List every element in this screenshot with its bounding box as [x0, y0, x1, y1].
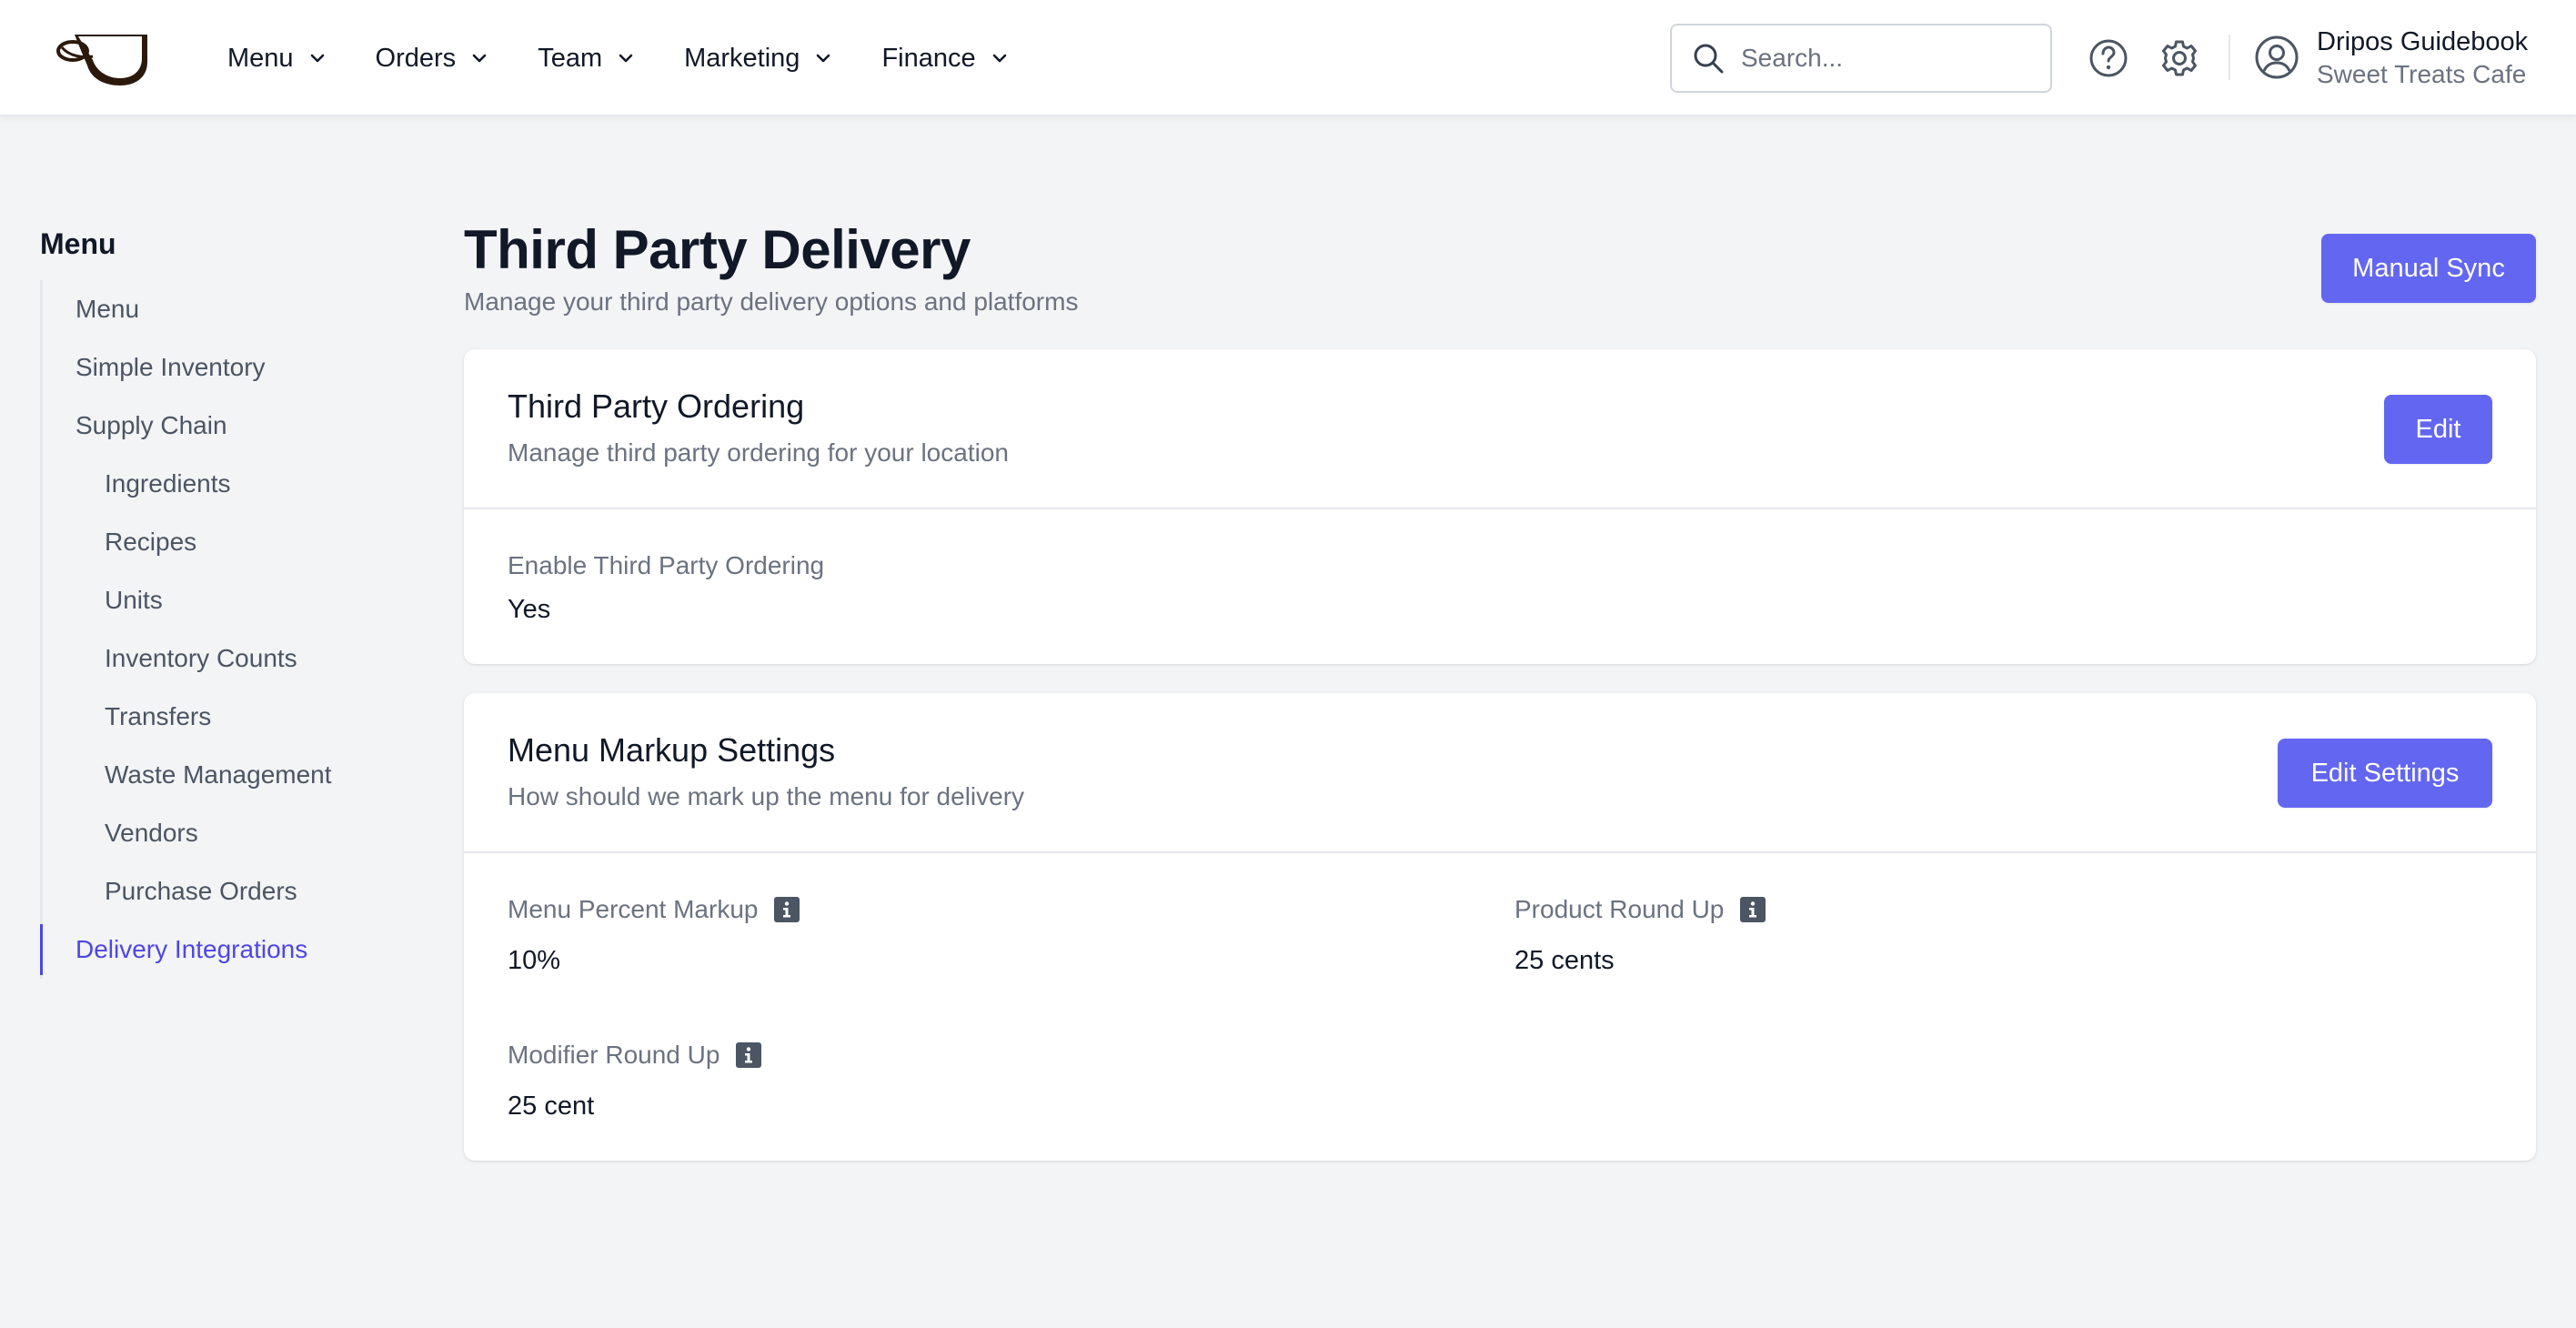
- sidebar-item-menu[interactable]: Menu: [43, 280, 404, 338]
- chevron-down-icon: [817, 54, 830, 63]
- chevron-down-icon: [472, 54, 487, 63]
- menu-markup-settings-card: Menu Markup Settings How should we mark …: [464, 693, 2536, 1161]
- sidebar-item-ingredients[interactable]: Ingredients: [43, 455, 404, 513]
- field-label: Enable Third Party Ordering: [508, 551, 824, 580]
- card-title: Menu Markup Settings: [508, 731, 836, 769]
- product-round-up-label: Product Round Up: [1514, 895, 1725, 923]
- menu-percent-markup-label: Menu Percent Markup: [508, 895, 759, 923]
- sidebar-item-purchase-orders[interactable]: Purchase Orders: [43, 862, 404, 921]
- nav-finance[interactable]: Finance: [881, 44, 1008, 74]
- sidebar-nav: Menu Simple Inventory Supply Chain Ingre…: [40, 280, 404, 979]
- gear-icon[interactable]: [2159, 38, 2199, 78]
- sidebar-item-delivery-integrations[interactable]: Delivery Integrations: [40, 921, 404, 979]
- card-subtitle: Manage third party ordering for your loc…: [508, 438, 1009, 467]
- nav-label: Menu: [227, 43, 294, 73]
- search-input[interactable]: [1741, 44, 2032, 73]
- product-round-up-value: 25 cents: [1514, 946, 1615, 975]
- header-divider: [2229, 35, 2230, 80]
- info-icon[interactable]: [1740, 897, 1766, 922]
- nav-label: Marketing: [684, 43, 800, 73]
- enable-ordering-value: Yes: [508, 595, 551, 624]
- main-nav: Menu Orders Team Marketing Finance: [227, 0, 1058, 116]
- user-location: Sweet Treats Cafe: [2317, 60, 2527, 88]
- nav-orders[interactable]: Orders: [376, 44, 489, 74]
- card-subtitle: How should we mark up the menu for deliv…: [508, 782, 1025, 810]
- menu-percent-markup-value: 10%: [508, 946, 561, 975]
- user-circle-icon[interactable]: [2254, 35, 2299, 80]
- card-header: Third Party Ordering Manage third party …: [464, 349, 2536, 509]
- top-navigation-bar: Menu Orders Team Marketing Finance Searc…: [0, 0, 2576, 116]
- sidebar-item-inventory-counts[interactable]: Inventory Counts: [43, 629, 404, 688]
- sidebar-item-simple-inventory[interactable]: Simple Inventory: [43, 338, 404, 397]
- chevron-down-icon: [619, 54, 633, 63]
- page-title: Third Party Delivery: [464, 219, 971, 280]
- nav-menu[interactable]: Menu: [227, 44, 327, 74]
- search-icon: [1694, 44, 1724, 74]
- nav-marketing[interactable]: Marketing: [684, 44, 832, 74]
- sidebar-item-waste-management[interactable]: Waste Management: [43, 746, 404, 804]
- third-party-ordering-card: Third Party Ordering Manage third party …: [464, 349, 2536, 664]
- chevron-down-icon: [992, 54, 1006, 63]
- sidebar-item-transfers[interactable]: Transfers: [43, 688, 404, 746]
- info-icon[interactable]: [736, 1042, 762, 1068]
- sidebar-item-units[interactable]: Units: [43, 571, 404, 629]
- sidebar-item-recipes[interactable]: Recipes: [43, 513, 404, 571]
- card-title: Third Party Ordering: [508, 387, 805, 425]
- sidebar-title: Menu: [40, 227, 116, 260]
- nav-label: Finance: [881, 43, 976, 73]
- help-circle-icon[interactable]: [2088, 38, 2128, 78]
- manual-sync-button[interactable]: Manual Sync: [2321, 234, 2536, 303]
- sidebar-item-vendors[interactable]: Vendors: [43, 804, 404, 862]
- chevron-down-icon: [310, 54, 324, 63]
- info-icon[interactable]: [774, 897, 800, 922]
- edit-settings-button[interactable]: Edit Settings: [2278, 739, 2492, 808]
- modifier-round-up-label: Modifier Round Up: [508, 1041, 720, 1069]
- user-name[interactable]: Dripos Guidebook: [2317, 27, 2528, 57]
- page-subtitle: Manage your third party delivery options…: [464, 287, 1079, 316]
- modifier-round-up-value: 25 cent: [508, 1092, 595, 1121]
- nav-label: Orders: [375, 43, 457, 73]
- card-header: Menu Markup Settings How should we mark …: [464, 693, 2536, 853]
- search-box[interactable]: [1670, 24, 2052, 93]
- sidebar-item-supply-chain[interactable]: Supply Chain: [43, 397, 404, 455]
- nav-label: Team: [538, 43, 603, 73]
- edit-button[interactable]: Edit: [2384, 395, 2492, 464]
- enable-ordering-label: Enable Third Party Ordering: [508, 551, 825, 579]
- field-label: Menu Percent Markup: [508, 895, 800, 924]
- field-label: Product Round Up: [1514, 895, 1766, 924]
- nav-team[interactable]: Team: [538, 44, 635, 74]
- coffee-cup-logo-icon[interactable]: [51, 25, 153, 89]
- field-label: Modifier Round Up: [508, 1041, 762, 1070]
